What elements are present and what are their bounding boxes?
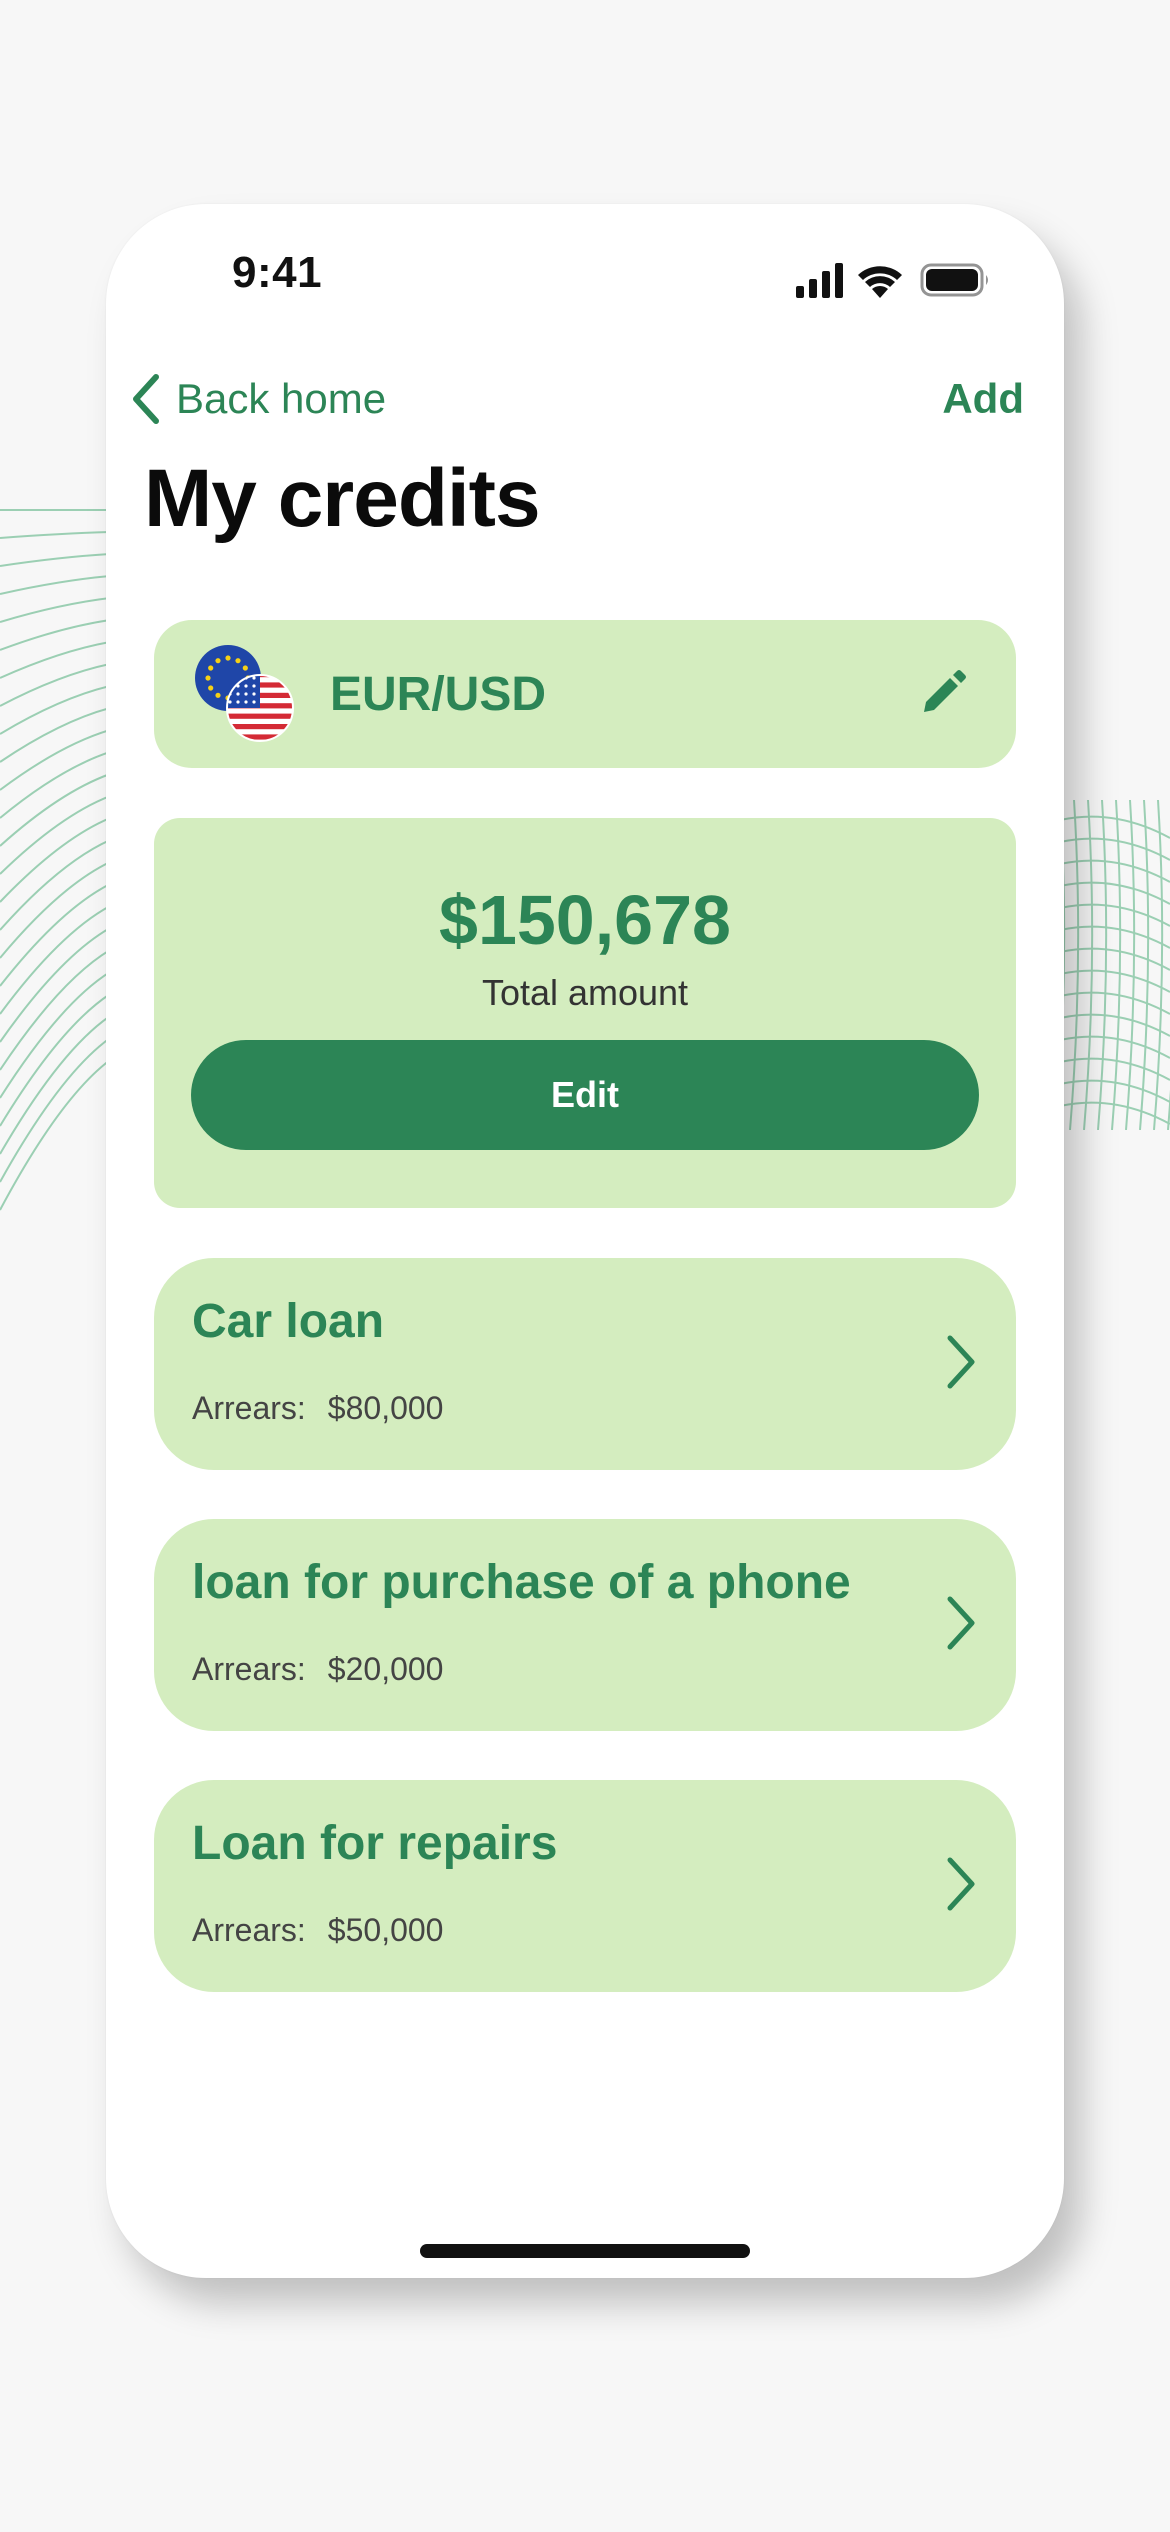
back-home-button[interactable]: Back home [126, 364, 386, 434]
total-amount-label: Total amount [481, 972, 689, 1013]
arrears-label: Arrears: [192, 1912, 306, 1948]
loan-arrears: Arrears: $50,000 [192, 1912, 443, 1949]
chevron-left-icon [133, 374, 159, 424]
arrears-label: Arrears: [192, 1390, 306, 1426]
loan-arrears: Arrears: $80,000 [192, 1390, 443, 1427]
currency-pair-card[interactable]: EUR/USD [154, 620, 1016, 768]
add-button[interactable]: Add [942, 364, 1024, 434]
chevron-right-icon [947, 1596, 975, 1650]
page-title: My credits [144, 453, 541, 544]
chevron-right-icon [947, 1857, 975, 1911]
pencil-icon[interactable] [916, 668, 968, 720]
loan-title: Loan for repairs [192, 1817, 558, 1870]
back-home-label: Back home [176, 375, 387, 422]
arrears-value: $20,000 [327, 1651, 444, 1687]
home-indicator[interactable] [420, 2244, 750, 2258]
total-amount-value: $150,678 [439, 881, 731, 959]
loan-card-phone[interactable]: loan for purchase of a phone Arrears: $20… [154, 1519, 1016, 1731]
decorative-lines-left [0, 509, 110, 1211]
loan-title: loan for purchase of a phone [192, 1556, 851, 1609]
edit-button[interactable]: Edit [191, 1040, 979, 1150]
wifi-icon [858, 266, 902, 298]
currency-flags [195, 645, 294, 742]
cellular-signal-icon [796, 263, 843, 298]
phone-screen: 9:41 Back home Add My credits EUR/USD $1… [106, 204, 1064, 2278]
status-icons [796, 263, 988, 298]
currency-pair-label: EUR/USD [330, 667, 547, 721]
loan-card-car[interactable]: Car loan Arrears: $80,000 [154, 1258, 1016, 1470]
chevron-right-icon [947, 1335, 975, 1389]
total-amount-card: $150,678 Total amount Edit [154, 818, 1016, 1208]
arrears-label: Arrears: [192, 1651, 306, 1687]
loan-title: Car loan [192, 1295, 385, 1348]
status-time: 9:41 [232, 248, 323, 297]
arrears-value: $50,000 [327, 1912, 444, 1948]
loan-card-repairs[interactable]: Loan for repairs Arrears: $50,000 [154, 1780, 1016, 1992]
arrears-value: $80,000 [327, 1390, 444, 1426]
loan-arrears: Arrears: $20,000 [192, 1651, 443, 1688]
battery-icon [920, 263, 988, 297]
decorative-mesh-right [1060, 800, 1170, 1130]
